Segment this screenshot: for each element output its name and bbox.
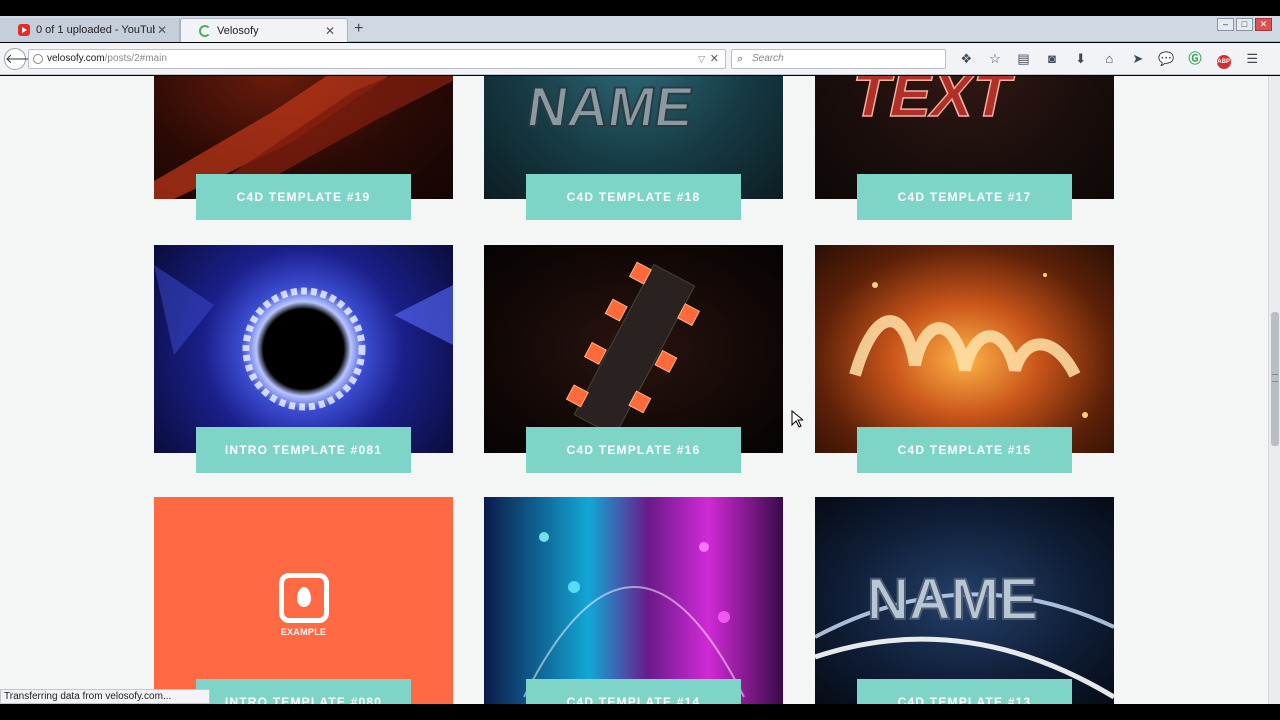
minimize-button[interactable]: – <box>1217 18 1234 31</box>
tab-youtube-close-icon[interactable]: ✕ <box>155 23 169 37</box>
adblock-icon[interactable]: ABP <box>1209 51 1238 69</box>
back-button[interactable]: 🡐 <box>4 48 40 70</box>
card-c4d-13[interactable]: NAME C4D TEMPLATE #13 <box>815 497 1114 704</box>
nav-bar: 🡐 velosofy.com/posts/2#main ▽ ✕ ⌕ Search… <box>0 43 1280 75</box>
tab-strip: 0 of 1 uploaded - YouTube ✕ Velosofy ✕ <box>0 16 1280 42</box>
card-c4d-15[interactable]: C4D TEMPLATE #15 <box>815 245 1114 473</box>
thumbnail-art <box>154 265 453 411</box>
loading-spinner-icon <box>199 24 211 37</box>
close-window-button[interactable]: ✕ <box>1255 18 1272 31</box>
menu-icon[interactable]: ☰ <box>1238 51 1267 67</box>
send-icon[interactable]: ➤ <box>1124 51 1153 67</box>
card-c4d-19[interactable]: C4D TEMPLATE #19 <box>154 76 453 220</box>
card-button[interactable]: C4D TEMPLATE #19 <box>196 174 411 220</box>
window-controls: – □ ✕ <box>1217 18 1272 31</box>
card-thumbnail[interactable]: EXAMPLE <box>154 497 453 704</box>
scrollbar-grip-icon <box>1272 374 1278 382</box>
card-button[interactable]: C4D TEMPLATE #16 <box>526 427 741 473</box>
stop-icon[interactable]: ✕ <box>710 50 719 68</box>
tab-velosofy-label: Velosofy <box>217 24 259 37</box>
home-icon[interactable]: ⌂ <box>1095 51 1124 67</box>
vertical-scrollbar[interactable] <box>1268 76 1280 704</box>
mouse-cursor-icon <box>791 410 803 428</box>
card-button[interactable]: C4D TEMPLATE #18 <box>526 174 741 220</box>
card-button[interactable]: C4D TEMPLATE #15 <box>857 427 1072 473</box>
thumb-text: NAME <box>867 567 1038 632</box>
grammarly-icon[interactable]: Ⓖ <box>1181 51 1210 67</box>
reading-list-icon[interactable]: ▤ <box>1009 51 1038 67</box>
card-intro-081[interactable]: INTRO TEMPLATE #081 <box>154 245 453 473</box>
download-icon[interactable]: ⬇ <box>1066 51 1095 67</box>
envato-logo-icon <box>279 573 329 623</box>
card-c4d-18[interactable]: NAME C4D TEMPLATE #18 <box>484 76 783 220</box>
site-info-icon[interactable] <box>33 54 43 64</box>
letterbox-bottom <box>0 704 1280 720</box>
page-viewport: C4D TEMPLATE #19 NAME C4D TEMPLATE #18 T… <box>0 76 1268 704</box>
thumbnail-art: NAME <box>815 566 1114 700</box>
search-icon: ⌕ <box>737 53 744 65</box>
url-dropdown-icon[interactable]: ▽ <box>698 50 705 68</box>
card-c4d-16[interactable]: C4D TEMPLATE #16 <box>484 245 783 473</box>
card-thumbnail[interactable] <box>815 245 1114 453</box>
adblock-text: ABP <box>1216 55 1231 69</box>
url-bar[interactable]: velosofy.com/posts/2#main ▽ ✕ <box>28 49 726 69</box>
url-path: /posts/2#main <box>104 53 167 64</box>
extension-icon[interactable]: ❖ <box>952 51 981 67</box>
tab-youtube[interactable]: 0 of 1 uploaded - YouTube ✕ <box>0 18 180 42</box>
thumbnail-art <box>849 273 1088 418</box>
pocket-icon[interactable]: ◙ <box>1038 51 1067 67</box>
letterbox-top <box>0 0 1280 16</box>
toolbar-icons: ❖ ☆ ▤ ◙ ⬇ ⌂ ➤ 💬 Ⓖ ABP ☰ <box>952 51 1267 69</box>
chat-icon[interactable]: 💬 <box>1152 51 1181 67</box>
url-host: velosofy.com <box>47 53 105 64</box>
card-button[interactable]: INTRO TEMPLATE #081 <box>196 427 411 473</box>
card-c4d-14[interactable]: C4D TEMPLATE #14 <box>484 497 783 704</box>
thumb-text: NAME <box>523 76 697 138</box>
card-button[interactable]: C4D TEMPLATE #13 <box>857 679 1072 704</box>
thumbnail-art <box>523 532 745 698</box>
thumbnail-art <box>565 261 701 437</box>
status-bar: Transferring data from velosofy.com... <box>0 689 210 704</box>
youtube-favicon-icon <box>18 24 30 36</box>
new-tab-button[interactable]: + <box>354 20 363 38</box>
search-placeholder: Search <box>752 53 784 64</box>
star-icon[interactable]: ☆ <box>981 51 1010 67</box>
card-intro-080[interactable]: EXAMPLE INTRO TEMPLATE #080 <box>154 497 453 704</box>
card-button[interactable]: C4D TEMPLATE #17 <box>857 174 1072 220</box>
screen: 0 of 1 uploaded - YouTube ✕ Velosofy ✕ +… <box>0 0 1280 720</box>
card-thumbnail[interactable] <box>484 245 783 453</box>
restore-button[interactable]: □ <box>1236 18 1253 31</box>
search-bar[interactable]: ⌕ Search <box>731 49 946 69</box>
tab-velosofy[interactable]: Velosofy ✕ <box>180 18 348 42</box>
card-thumbnail[interactable] <box>484 497 783 704</box>
card-thumbnail[interactable] <box>154 245 453 453</box>
card-button[interactable]: C4D TEMPLATE #14 <box>526 679 741 704</box>
thumb-caption: EXAMPLE <box>280 627 327 637</box>
tab-velosofy-close-icon[interactable]: ✕ <box>323 24 337 38</box>
card-thumbnail[interactable]: NAME <box>815 497 1114 704</box>
tab-youtube-label: 0 of 1 uploaded - YouTube <box>36 24 155 36</box>
card-c4d-17[interactable]: TEXT C4D TEMPLATE #17 <box>815 76 1114 220</box>
thumb-text: TEXT <box>845 76 1018 130</box>
card-button[interactable]: INTRO TEMPLATE #080 <box>196 679 411 704</box>
